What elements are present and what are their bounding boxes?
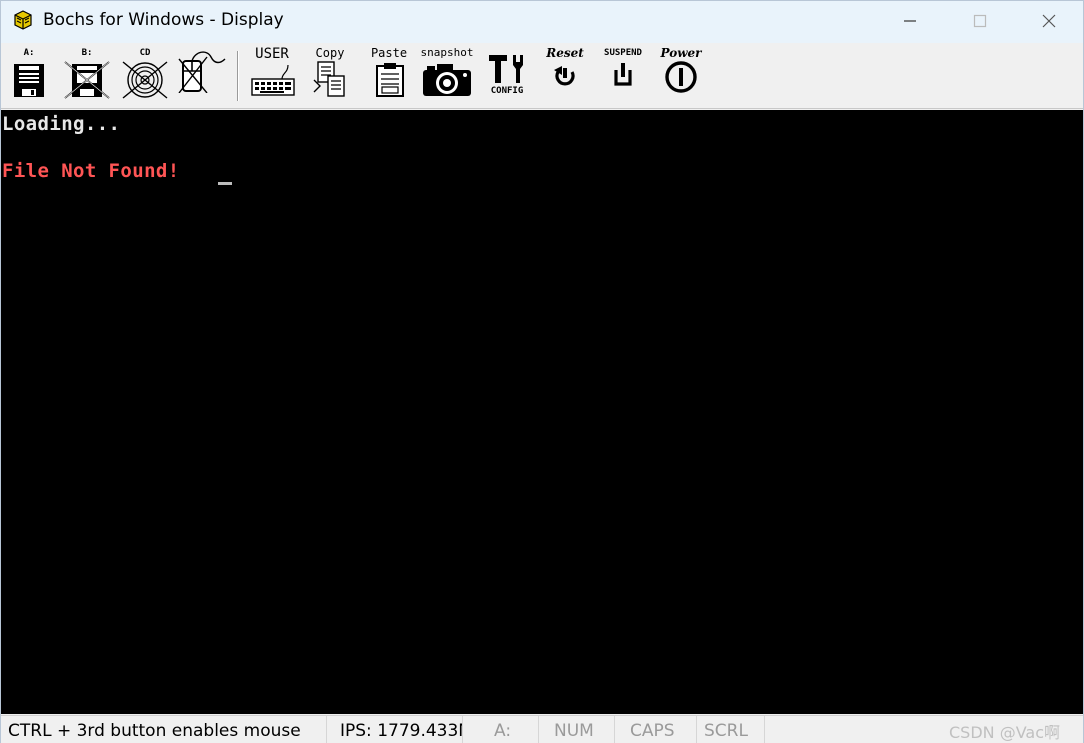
emulator-display[interactable]: Loading... File Not Found! bbox=[1, 110, 1083, 714]
suspend-button[interactable]: SUSPEND bbox=[597, 47, 649, 105]
watermark: CSDN @Vac啊 bbox=[949, 723, 1061, 742]
mouse-button[interactable] bbox=[177, 47, 229, 105]
paste-label: Paste bbox=[370, 46, 408, 60]
cdrom-button[interactable]: CD bbox=[119, 47, 171, 105]
user-label: USER bbox=[255, 46, 289, 62]
config-button[interactable]: CONFIG bbox=[481, 47, 533, 105]
snapshot-label: snapshot bbox=[420, 46, 474, 59]
toolbar: A: B: CD USER Copy Paste snapshot CONFIG… bbox=[1, 43, 1083, 109]
display-line-error: File Not Found! bbox=[2, 160, 180, 182]
status-ips: IPS: 1779.433M bbox=[333, 716, 463, 743]
suspend-label: SUSPEND bbox=[604, 48, 642, 58]
display-line-loading: Loading... bbox=[2, 113, 121, 135]
toolbar-separator bbox=[237, 51, 239, 101]
floppy-b-label: B: bbox=[81, 48, 93, 58]
status-scroll-lock: SCRL bbox=[697, 716, 765, 743]
close-button[interactable] bbox=[1014, 1, 1084, 41]
floppy-a-button[interactable]: A: bbox=[3, 47, 55, 105]
paste-button[interactable]: Paste bbox=[363, 47, 415, 105]
power-button[interactable]: Power bbox=[655, 47, 707, 105]
minimize-button[interactable] bbox=[875, 1, 945, 41]
config-label: CONFIG bbox=[490, 86, 524, 96]
reset-label: Reset bbox=[546, 46, 584, 60]
copy-button[interactable]: Copy bbox=[304, 47, 356, 105]
suspend-icon bbox=[614, 63, 632, 86]
mouse-disabled-icon bbox=[178, 51, 226, 93]
maximize-icon bbox=[973, 14, 987, 28]
status-mouse-hint: CTRL + 3rd button enables mouse bbox=[1, 716, 327, 743]
power-label: Power bbox=[660, 46, 702, 60]
copy-icon bbox=[313, 61, 345, 97]
status-drive-a: A: bbox=[487, 716, 539, 743]
bochs-app-icon bbox=[14, 10, 32, 30]
maximize-button[interactable] bbox=[945, 1, 1015, 41]
floppy-b-button[interactable]: B: bbox=[61, 47, 113, 105]
floppy-disk-disabled-icon bbox=[64, 61, 110, 99]
title-bar: Bochs for Windows - Display bbox=[1, 1, 1083, 43]
cdrom-label: CD bbox=[139, 48, 151, 58]
status-caps-lock: CAPS bbox=[623, 716, 697, 743]
camera-icon bbox=[423, 64, 471, 96]
close-icon bbox=[1042, 14, 1056, 28]
text-cursor bbox=[218, 182, 232, 185]
user-button[interactable]: USER bbox=[246, 47, 298, 105]
reset-icon bbox=[554, 66, 575, 86]
window-title: Bochs for Windows - Display bbox=[43, 10, 284, 30]
keyboard-icon bbox=[251, 64, 295, 96]
copy-label: Copy bbox=[315, 46, 345, 60]
paste-icon bbox=[376, 63, 404, 97]
cdrom-disabled-icon bbox=[122, 61, 168, 99]
status-bar: CTRL + 3rd button enables mouse IPS: 177… bbox=[1, 715, 1083, 743]
bochs-window: Bochs for Windows - Display A: B: CD USE… bbox=[0, 0, 1084, 743]
power-icon bbox=[665, 61, 697, 93]
status-num-lock: NUM bbox=[547, 716, 615, 743]
reset-button[interactable]: Reset bbox=[539, 47, 591, 105]
minimize-icon bbox=[904, 20, 916, 22]
snapshot-button[interactable]: snapshot bbox=[420, 46, 474, 105]
floppy-disk-icon bbox=[14, 64, 44, 97]
floppy-a-label: A: bbox=[23, 48, 35, 58]
